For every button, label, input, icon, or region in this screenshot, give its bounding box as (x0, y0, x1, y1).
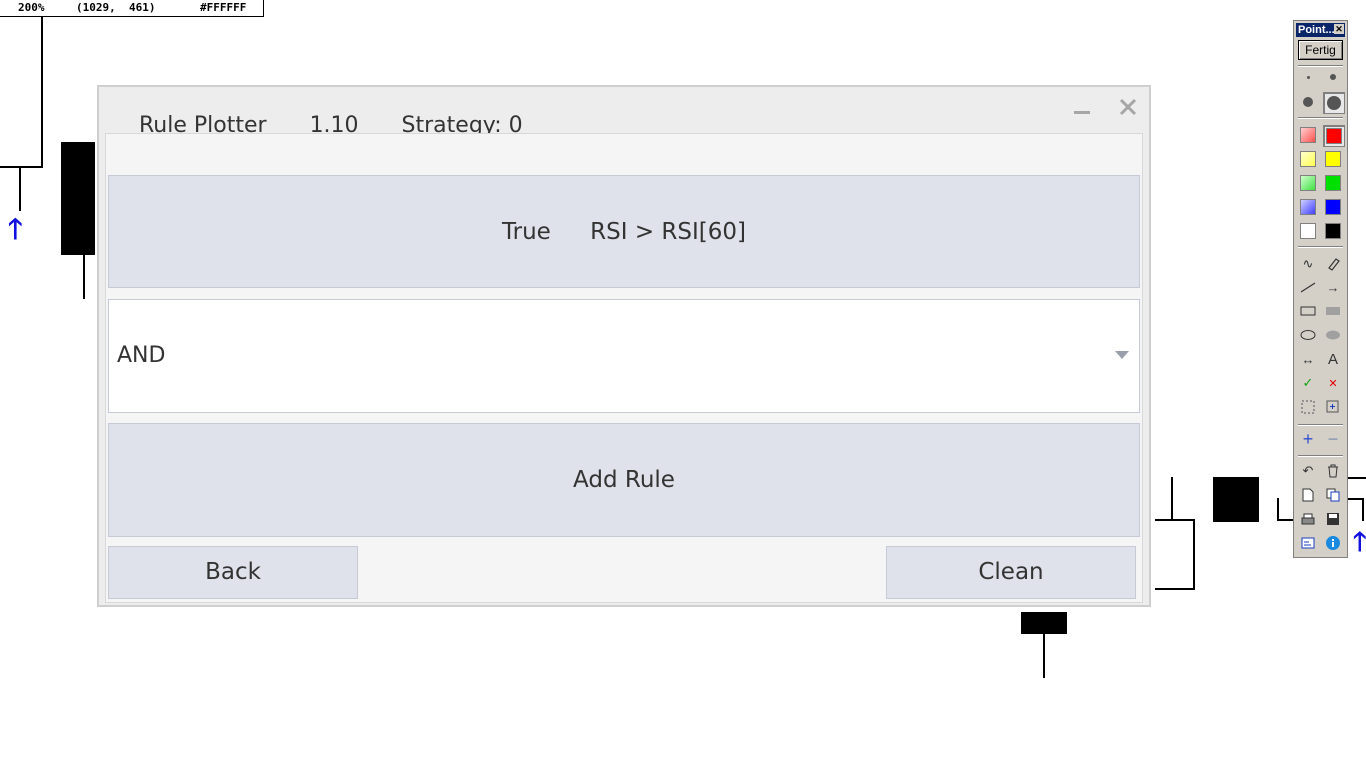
pen-size-2-icon[interactable] (1323, 67, 1343, 87)
trash-icon[interactable] (1323, 461, 1343, 481)
clean-button[interactable]: Clean (886, 546, 1136, 599)
text-icon[interactable]: A (1323, 349, 1343, 369)
toolbar-title-text: Point... (1298, 24, 1335, 36)
chart-line (1277, 519, 1293, 521)
color-black-swatch[interactable] (1323, 221, 1343, 241)
pen-size-1-icon[interactable] (1298, 67, 1318, 87)
copy-icon[interactable] (1323, 485, 1343, 505)
eraser-icon[interactable] (1323, 254, 1343, 274)
chart-line (1155, 519, 1195, 521)
chart-line (1171, 477, 1173, 520)
pen-size-3-icon[interactable] (1298, 92, 1318, 112)
color-blue-swatch[interactable] (1323, 197, 1343, 217)
color-white-swatch[interactable] (1298, 221, 1318, 241)
back-button[interactable]: Back (108, 546, 358, 599)
color-yellow-swatch[interactable] (1323, 149, 1343, 169)
rectangle-icon[interactable] (1298, 301, 1318, 321)
measure-icon[interactable]: ↔ (1298, 349, 1318, 369)
drawing-toolbar: Point... ✕ Fertig ∿ → ↔ A ✓ ✕ + − ↶ (1293, 20, 1348, 558)
cross-icon[interactable]: ✕ (1323, 373, 1343, 393)
chart-line (19, 166, 21, 211)
zoom-readout: 200% (18, 1, 45, 14)
chart-line (1362, 498, 1364, 521)
chart-wick (83, 255, 85, 299)
rule-expression: RSI > RSI[60] (590, 219, 746, 245)
chevron-down-icon[interactable] (1115, 351, 1129, 359)
dialog-version: 1.10 (309, 113, 359, 133)
rule-plotter-dialog: Rule Plotter 1.10 Strategy: 0 True RSI >… (97, 85, 1151, 607)
rule-item[interactable]: True RSI > RSI[60] (108, 175, 1140, 288)
color-yellow-light-swatch[interactable] (1298, 149, 1318, 169)
filled-ellipse-icon[interactable] (1323, 325, 1343, 345)
buy-arrow-icon: 🡑 (8, 212, 23, 245)
done-button[interactable]: Fertig (1298, 40, 1343, 60)
ellipse-icon[interactable] (1298, 325, 1318, 345)
dialog-body: True RSI > RSI[60] AND Add Rule Back Cle… (105, 133, 1143, 603)
operator-select[interactable]: AND (108, 299, 1140, 413)
minus-icon[interactable]: − (1323, 429, 1343, 449)
properties-icon[interactable] (1298, 533, 1318, 553)
chart-line (0, 166, 43, 168)
chart-line (41, 16, 43, 167)
toolbar-title: Point... ✕ (1296, 23, 1345, 37)
info-icon[interactable] (1323, 533, 1343, 553)
arrow-line-icon[interactable]: → (1323, 277, 1343, 297)
add-rule-button[interactable]: Add Rule (108, 423, 1140, 537)
buy-arrow-icon: 🡑 (1353, 527, 1366, 557)
dialog-title-name: Rule Plotter (139, 113, 267, 133)
operator-select-value: AND (117, 343, 166, 368)
color-red-swatch[interactable] (1323, 125, 1345, 147)
zoom-in-icon[interactable] (1323, 397, 1343, 417)
chart-candle (61, 142, 95, 255)
undo-icon[interactable]: ↶ (1298, 461, 1318, 481)
chart-candle (1213, 477, 1259, 522)
chart-line (1277, 498, 1279, 521)
select-area-icon[interactable] (1298, 397, 1318, 417)
color-readout: #FFFFFF (200, 1, 247, 14)
print-icon[interactable] (1298, 509, 1318, 529)
chart-line (1348, 477, 1366, 479)
chart-candle (1021, 612, 1067, 634)
status-readout: 200% (1029, 461) #FFFFFF (0, 0, 264, 17)
color-blue-light-swatch[interactable] (1298, 197, 1318, 217)
color-green-swatch[interactable] (1323, 173, 1343, 193)
color-green-light-swatch[interactable] (1298, 173, 1318, 193)
chart-line (1155, 588, 1195, 590)
color-red-light-swatch[interactable] (1298, 125, 1318, 145)
filled-rectangle-icon[interactable] (1323, 301, 1343, 321)
line-icon[interactable] (1298, 277, 1318, 297)
chart-wick (1043, 634, 1045, 678)
close-icon[interactable] (1117, 97, 1139, 119)
dialog-strategy: Strategy: 0 (401, 113, 523, 133)
toolbar-close-icon[interactable]: ✕ (1334, 24, 1344, 34)
dialog-title: Rule Plotter 1.10 Strategy: 0 (139, 111, 559, 133)
check-icon[interactable]: ✓ (1298, 373, 1318, 393)
plus-icon[interactable]: + (1298, 429, 1318, 449)
new-file-icon[interactable] (1298, 485, 1318, 505)
pen-size-4-icon[interactable] (1323, 92, 1345, 114)
coordinate-readout: (1029, 461) (76, 1, 156, 14)
rule-result: True (501, 219, 551, 245)
minimize-icon[interactable] (1071, 97, 1093, 119)
chart-line (1193, 519, 1195, 590)
freehand-icon[interactable]: ∿ (1298, 254, 1318, 274)
save-icon[interactable] (1323, 509, 1343, 529)
